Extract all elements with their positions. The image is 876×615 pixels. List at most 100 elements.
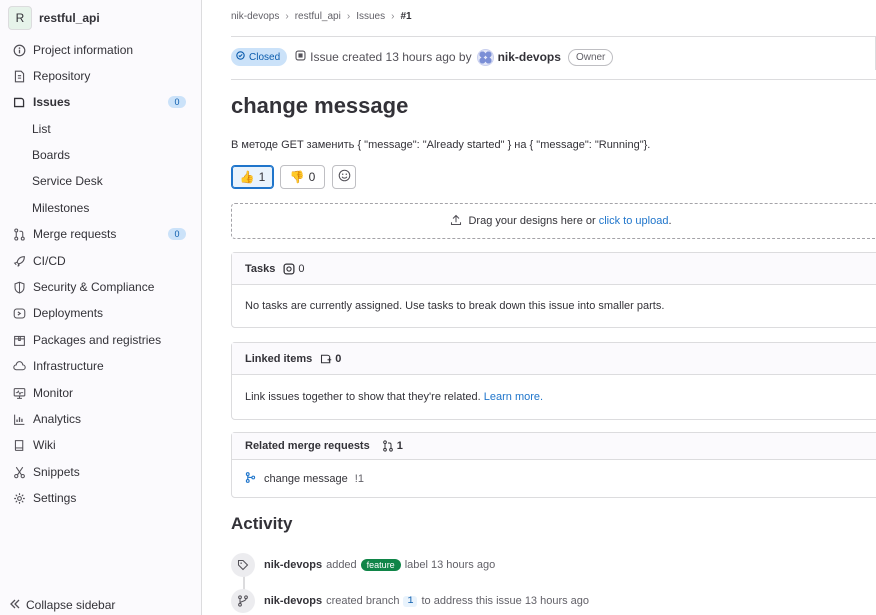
merged-icon [245, 471, 256, 486]
activity-heading: Activity [231, 514, 293, 533]
monitor-icon [12, 386, 26, 400]
chevron-right-icon: › [285, 11, 289, 22]
gear-icon [12, 491, 26, 505]
sidebar-item-wiki[interactable]: Wiki [0, 432, 202, 458]
project-header[interactable]: R restful_api [8, 6, 100, 30]
sidebar-item-label: List [32, 122, 51, 136]
feature-label-badge[interactable]: feature [360, 559, 401, 571]
related-mr-title: Related merge requests [245, 440, 370, 452]
sidebar-item-list[interactable]: List [0, 116, 202, 142]
sidebar-item-label: Issues [33, 95, 71, 109]
role-badge: Owner [567, 48, 614, 66]
sidebar-item-service-desk[interactable]: Service Desk [0, 168, 202, 194]
sidebar-item-project-information[interactable]: Project information [0, 37, 202, 63]
sidebar-item-label: Packages and registries [33, 333, 162, 347]
info-icon [12, 43, 26, 57]
breadcrumb: nik-devops › restful_api › Issues › #1 [231, 11, 412, 22]
upload-link[interactable]: click to upload [599, 215, 669, 227]
breadcrumb-link[interactable]: Issues [356, 11, 385, 22]
reaction-count: 0 [308, 170, 316, 184]
design-dropzone[interactable]: Drag your designs here or click to uploa… [231, 203, 876, 239]
issue-meta: Closed Issue created 13 hours ago by nik… [231, 48, 614, 66]
merge-request-icon [12, 227, 26, 241]
divider [231, 79, 876, 80]
book-icon [12, 438, 26, 452]
sidebar-item-ci-cd[interactable]: CI/CD [0, 248, 202, 274]
add-reaction-button[interactable] [332, 165, 356, 189]
activity-event: nik-devops created branch 1 to address t… [231, 589, 589, 613]
linked-items-body: Link issues together to show that they'r… [232, 375, 876, 419]
sidebar: R restful_api Project information Reposi… [0, 0, 202, 615]
activity-event: nik-devops added feature label 13 hours … [231, 553, 495, 577]
sidebar-item-label: Boards [32, 148, 71, 162]
created-text: Issue created 13 hours ago by [310, 50, 472, 64]
sidebar-item-security-compliance[interactable]: Security & Compliance [0, 274, 202, 300]
linked-items-card: Linked items 0 Link issues together to s… [231, 342, 876, 420]
shield-icon [12, 280, 26, 294]
sidebar-item-snippets[interactable]: Snippets [0, 459, 202, 485]
author-link[interactable]: nik-devops [498, 50, 561, 64]
sidebar-item-label: Settings [33, 491, 77, 505]
sidebar-item-label: Security & Compliance [33, 280, 155, 294]
sidebar-item-label: Wiki [33, 438, 56, 452]
sidebar-item-label: Analytics [33, 412, 82, 426]
task-icon [283, 262, 295, 275]
related-mr-ref: !1 [354, 472, 364, 485]
breadcrumb-current[interactable]: #1 [400, 11, 411, 22]
chevron-right-icon: › [391, 11, 395, 22]
sidebar-item-label: Project information [33, 43, 134, 57]
collapse-sidebar-button[interactable]: Collapse sidebar [10, 598, 115, 612]
collapse-sidebar-label: Collapse sidebar [26, 598, 116, 612]
sidebar-item-label: Milestones [32, 201, 90, 215]
sidebar-item-deployments[interactable]: Deployments [0, 300, 202, 326]
sidebar-item-label: Monitor [33, 386, 74, 400]
chart-icon [12, 412, 26, 426]
thumbs-down-icon: 👎 [289, 170, 305, 184]
tasks-card-body: No tasks are currently assigned. Use tas… [232, 285, 876, 327]
issues-icon [12, 95, 26, 109]
sidebar-item-milestones[interactable]: Milestones [0, 195, 202, 221]
branch-icon [231, 589, 255, 613]
upload-icon [450, 214, 462, 229]
sidebar-item-infrastructure[interactable]: Infrastructure [0, 353, 202, 379]
thumbs-down-reaction-button[interactable]: 👎 0 [280, 165, 325, 189]
dropzone-suffix: . [668, 215, 672, 227]
sidebar-item-merge-requests[interactable]: Merge requests 0 [0, 221, 202, 247]
sidebar-item-label: Snippets [33, 465, 80, 479]
event-suffix: to address this issue 13 hours ago [421, 595, 590, 607]
issue-description: В методе GET заменить { "message": "Alre… [231, 139, 651, 151]
sidebar-item-label: CI/CD [33, 254, 66, 268]
related-mr-item[interactable]: change message !1 [232, 460, 876, 497]
sidebar-item-issues[interactable]: Issues 0 [0, 89, 202, 115]
issue-title: change message [231, 93, 409, 118]
sidebar-item-label: Merge requests [33, 227, 117, 241]
event-action: created branch [326, 595, 400, 607]
deployments-icon [12, 306, 26, 320]
sidebar-item-monitor[interactable]: Monitor [0, 380, 202, 406]
tasks-card-header: Tasks 0 [232, 253, 876, 285]
main-content: nik-devops › restful_api › Issues › #1 C… [202, 0, 876, 615]
tasks-count: 0 [298, 262, 305, 275]
repository-icon [12, 69, 26, 83]
sidebar-item-analytics[interactable]: Analytics [0, 406, 202, 432]
event-author[interactable]: nik-devops [264, 559, 322, 571]
linked-items-title: Linked items [245, 352, 313, 365]
divider [231, 36, 876, 37]
event-author[interactable]: nik-devops [264, 595, 322, 607]
breadcrumb-link[interactable]: restful_api [295, 11, 341, 22]
branch-link[interactable]: 1 [403, 595, 418, 607]
sidebar-item-packages-registries[interactable]: Packages and registries [0, 327, 202, 353]
merge-requests-count-badge: 0 [168, 228, 186, 240]
breadcrumb-link[interactable]: nik-devops [231, 11, 279, 22]
merge-request-icon [382, 440, 394, 452]
sidebar-item-settings[interactable]: Settings [0, 485, 202, 511]
avatar[interactable] [476, 48, 494, 66]
package-icon [12, 333, 26, 347]
sidebar-item-repository[interactable]: Repository [0, 63, 202, 89]
thumbs-up-reaction-button[interactable]: 👍 1 [231, 165, 274, 189]
sidebar-item-boards[interactable]: Boards [0, 142, 202, 168]
related-mr-title-link[interactable]: change message [264, 473, 348, 485]
link-issue-icon [320, 353, 332, 365]
sidebar-item-label: Repository [33, 69, 91, 83]
learn-more-link[interactable]: Learn more. [484, 391, 543, 403]
